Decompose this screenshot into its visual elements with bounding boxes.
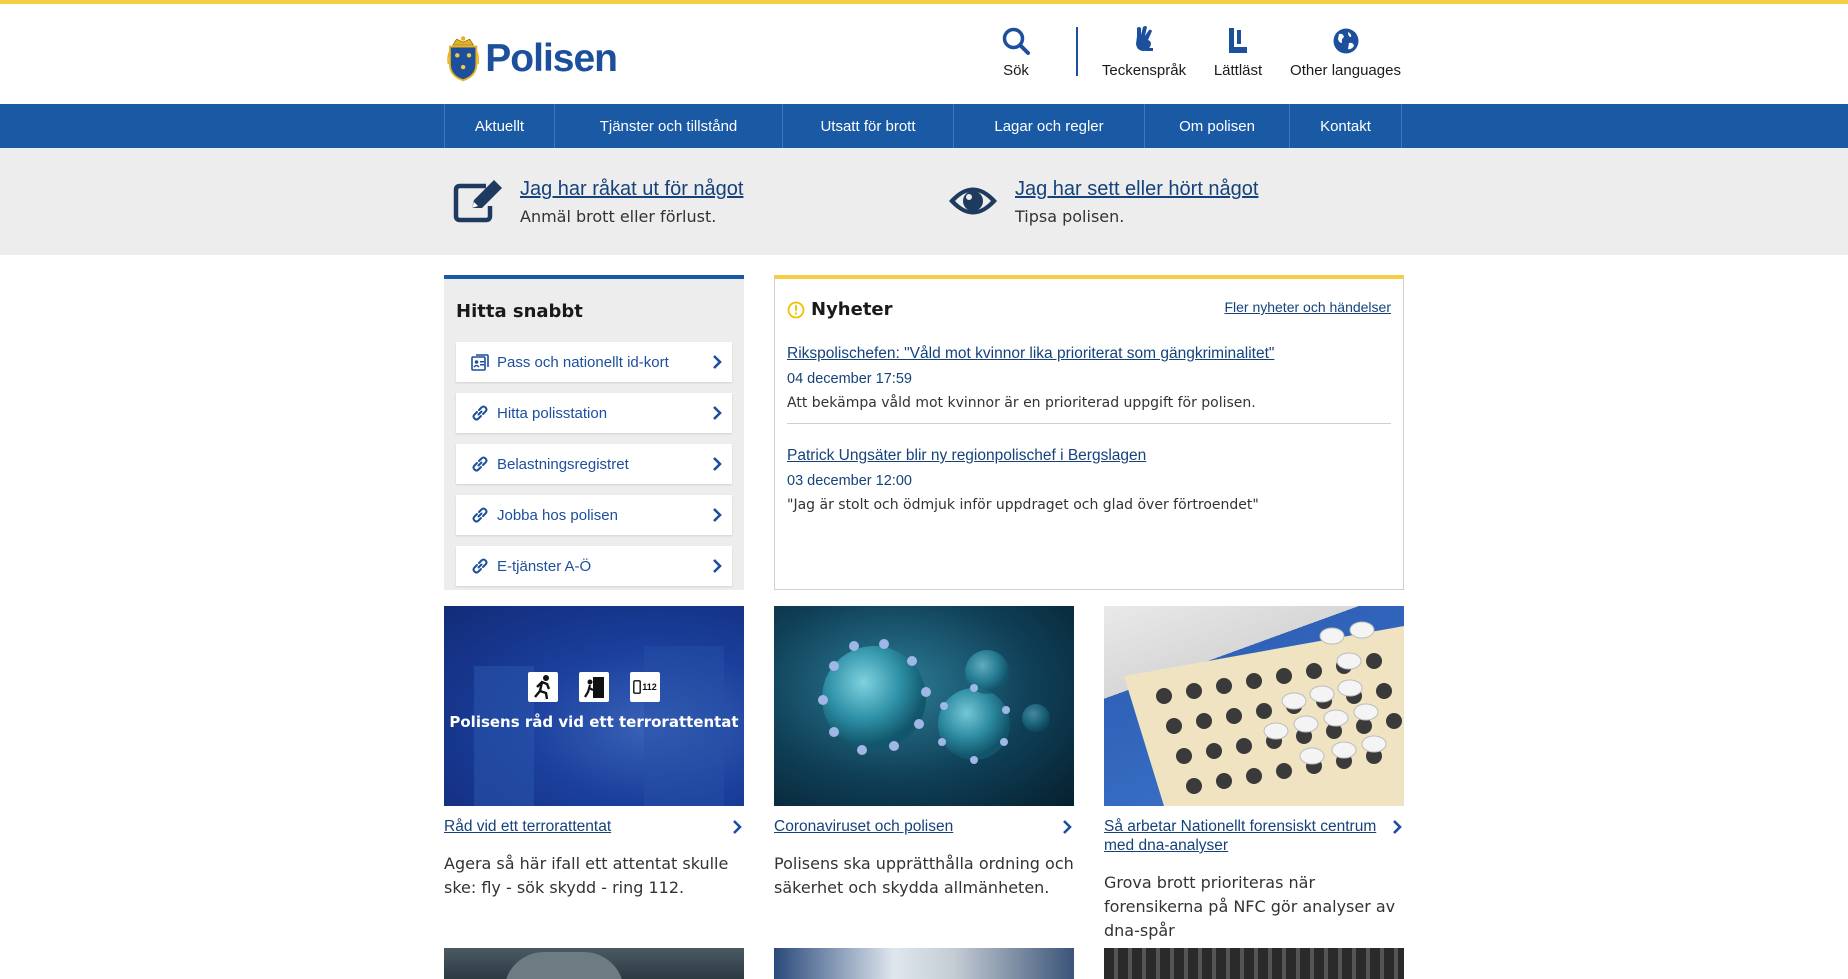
news-item-date: 04 december 17:59 [787, 371, 912, 387]
run-icon [528, 672, 558, 702]
logo-wordmark: Polisen [485, 37, 618, 80]
chevron-right-icon [713, 508, 722, 522]
chevron-right-icon [1063, 820, 1072, 834]
link-icon [472, 558, 488, 574]
report-crime-link[interactable]: Jag har råkat ut för något Anmäl brott e… [452, 178, 743, 226]
quick-link-label: Pass och nationellt id-kort [497, 353, 669, 371]
report-tip-link[interactable]: Jag har sett eller hört något Tipsa poli… [947, 178, 1258, 226]
news-title: Nyheter [811, 299, 893, 320]
chevron-right-icon [1393, 820, 1402, 834]
quick-link-label: Jobba hos polisen [497, 506, 618, 524]
quick-link-label: Belastningsregistret [497, 455, 629, 473]
sign-language-icon [1136, 26, 1153, 51]
sample-rack-illustration [1124, 621, 1404, 806]
nav-item-aktuellt[interactable]: Aktuellt [445, 104, 555, 148]
more-news-link[interactable]: Fler nyheter och händelser [1224, 299, 1391, 315]
other-languages-label: Other languages [1290, 62, 1401, 79]
easy-read-icon [1229, 28, 1247, 53]
chevron-right-icon [713, 559, 722, 573]
easy-read-link[interactable]: Lättläst [1212, 26, 1264, 79]
card-image-terror[interactable]: 112 Polisens råd vid ett terrorattentat [444, 606, 744, 806]
news-item-title[interactable]: Patrick Ungsäter blir ny regionpolischef… [787, 447, 1391, 465]
chevron-right-icon [713, 355, 722, 369]
phone-number-badge: 112 [642, 682, 657, 692]
card-text: Agera så här ifall ett attentat skulle s… [444, 854, 729, 897]
crest-icon [447, 36, 480, 82]
clock-icon [787, 301, 805, 318]
id-card-icon [471, 354, 489, 371]
polisen-logo[interactable]: Polisen [447, 23, 618, 95]
card-image-dna[interactable] [1104, 606, 1404, 806]
news-item-title[interactable]: Rikspolischefen: "Våld mot kvinnor lika … [787, 345, 1391, 363]
chevron-right-icon [713, 457, 722, 471]
header-divider [1076, 27, 1078, 76]
report-tip-title[interactable]: Jag har sett eller hört något [1015, 178, 1258, 201]
card-text: Grova brott prioriteras när forensikerna… [1104, 873, 1396, 940]
eye-icon [949, 187, 997, 215]
quick-link-label: E-tjänster A-Ö [497, 557, 592, 575]
report-crime-subtitle: Anmäl brott eller förlust. [520, 207, 717, 226]
nav-item-om-polisen[interactable]: Om polisen [1145, 104, 1290, 148]
chevron-right-icon [713, 406, 722, 420]
edit-icon [453, 180, 502, 223]
search-label: Sök [1003, 62, 1029, 79]
quick-links-panel: Hitta snabbt Pass och nationellt id-kort… [444, 275, 744, 590]
sign-language-link[interactable]: Teckenspråk [1100, 26, 1188, 79]
chevron-right-icon [733, 820, 742, 834]
news-item-summary: "Jag är stolt och ödmjuk inför uppdraget… [787, 497, 1259, 513]
nav-item-kontakt[interactable]: Kontakt [1290, 104, 1402, 148]
link-icon [472, 456, 488, 472]
card-image-next-1[interactable] [444, 948, 744, 979]
news-item: Patrick Ungsäter blir ny regionpolischef… [787, 447, 1391, 513]
card-dna: Så arbetar Nationellt forensiskt centrum… [1104, 606, 1404, 943]
search-icon [1002, 27, 1030, 55]
quick-link-belastningsregistret[interactable]: Belastningsregistret [456, 444, 732, 484]
news-divider [787, 423, 1391, 424]
card-image-corona[interactable] [774, 606, 1074, 806]
card-title[interactable]: Coronaviruset och polisen [774, 817, 1074, 836]
quick-link-label: Hitta polisstation [497, 404, 608, 422]
news-panel: Nyheter Fler nyheter och händelser Riksp… [774, 275, 1404, 590]
sign-language-label: Teckenspråk [1101, 62, 1187, 79]
card-title[interactable]: Så arbetar Nationellt forensiskt centrum… [1104, 817, 1404, 855]
quick-link-polisstation[interactable]: Hitta polisstation [456, 393, 732, 433]
news-item-date: 03 december 12:00 [787, 473, 912, 489]
news-item-summary: Att bekämpa våld mot kvinnor är en prior… [787, 395, 1256, 411]
news-item: Rikspolischefen: "Våld mot kvinnor lika … [787, 345, 1391, 411]
phone-icon: 112 [630, 672, 660, 702]
other-languages-link[interactable]: Other languages [1289, 26, 1402, 79]
card-text: Polisens ska upprätthålla ordning och sä… [774, 854, 1074, 897]
search-button[interactable]: Sök [996, 26, 1036, 79]
card-title[interactable]: Råd vid ett terrorattentat [444, 817, 744, 836]
quick-links-title: Hitta snabbt [456, 301, 583, 322]
link-icon [472, 507, 488, 523]
globe-icon [1333, 28, 1358, 54]
card-image-next-3[interactable] [1104, 948, 1404, 979]
quick-link-pass[interactable]: Pass och nationellt id-kort [456, 342, 732, 382]
report-crime-title[interactable]: Jag har råkat ut för något [520, 178, 743, 201]
card-corona: Coronaviruset och polisen Polisens ska u… [774, 606, 1074, 900]
quick-link-etjanster[interactable]: E-tjänster A-Ö [456, 546, 732, 586]
news-heading: Nyheter [787, 299, 893, 320]
nav-item-utsatt[interactable]: Utsatt för brott [783, 104, 954, 148]
easy-read-label: Lättläst [1213, 62, 1263, 79]
card-terror: 112 Polisens råd vid ett terrorattentat … [444, 606, 744, 900]
nav-item-lagar[interactable]: Lagar och regler [954, 104, 1145, 148]
card-image-next-2[interactable] [774, 948, 1074, 979]
quick-link-jobba[interactable]: Jobba hos polisen [456, 495, 732, 535]
virus-illustration [818, 639, 1050, 764]
card-image-caption: Polisens råd vid ett terrorattentat [449, 713, 739, 731]
nav-item-tjanster[interactable]: Tjänster och tillstånd [555, 104, 783, 148]
report-tip-subtitle: Tipsa polisen. [1015, 207, 1125, 226]
site-header: Polisen Sök Teckenspråk Lättläst Other l… [0, 4, 1848, 103]
shelter-icon [579, 672, 609, 702]
main-navigation: Aktuellt Tjänster och tillstånd Utsatt f… [0, 104, 1848, 148]
link-icon [472, 405, 488, 421]
report-banner: Jag har råkat ut för något Anmäl brott e… [0, 148, 1848, 255]
